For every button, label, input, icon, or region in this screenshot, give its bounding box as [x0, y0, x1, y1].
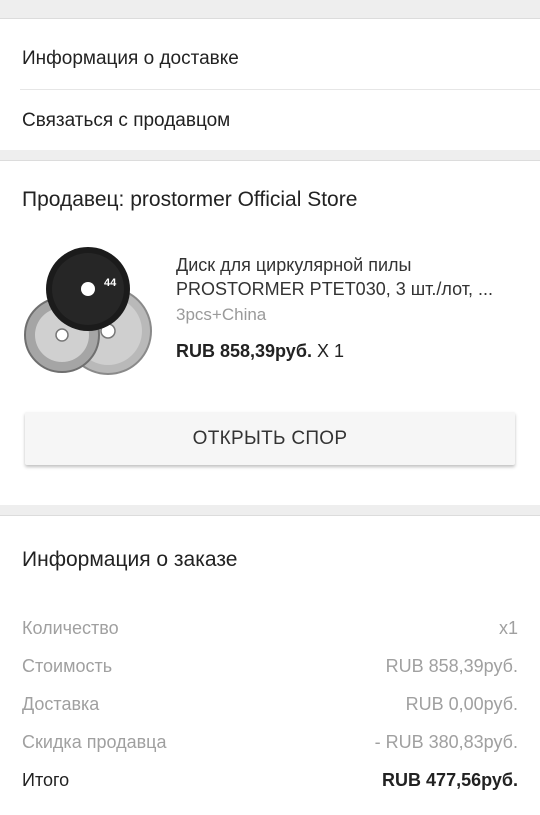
product-variant: 3pcs+China	[176, 305, 267, 324]
product-title[interactable]: Диск для циркулярной пилы PROSTORMER PTE…	[176, 253, 518, 301]
order-row-value: RUB 0,00руб.	[405, 693, 518, 714]
seller-card: Продавец: prostormer Official Store 44 Д…	[0, 160, 540, 505]
order-info-card: Информация о заказе Количество x1 Стоимо…	[0, 515, 540, 815]
blade-black-front: 44	[46, 247, 130, 331]
product-title-line2: PROSTORMER PTET030, 3 шт./лот, ...	[176, 279, 493, 299]
order-row-seller-discount: Скидка продавца - RUB 380,83руб.	[0, 723, 540, 761]
product-price: RUB 858,39руб.	[176, 341, 312, 361]
order-row-label: Количество	[22, 617, 119, 638]
order-row-label: Скидка продавца	[22, 731, 167, 752]
product-thumbnail[interactable]: 44	[20, 243, 165, 388]
saw-blade-image: 44	[24, 247, 152, 375]
product-item[interactable]: 44 Диск для циркулярной пилы PROSTORMER …	[0, 235, 540, 395]
order-row-value: RUB 858,39руб.	[385, 655, 518, 676]
order-row-label: Стоимость	[22, 655, 113, 676]
order-row-total: Итого RUB 477,56руб.	[0, 761, 540, 799]
links-card: Информация о доставке Связаться с продав…	[0, 18, 540, 150]
order-row-cost: Стоимость RUB 858,39руб.	[0, 647, 540, 685]
product-title-line1: Диск для циркулярной пилы	[176, 255, 412, 275]
order-row-quantity: Количество x1	[0, 609, 540, 647]
order-row-delivery: Доставка RUB 0,00руб.	[0, 685, 540, 723]
delivery-info-link[interactable]: Информация о доставке	[0, 28, 540, 89]
product-qty: X 1	[316, 341, 344, 361]
order-row-value: x1	[498, 617, 518, 638]
top-gap	[0, 0, 540, 18]
open-dispute-button[interactable]: ОТКРЫТЬ СПОР	[25, 412, 515, 465]
contact-seller-link[interactable]: Связаться с продавцом	[0, 90, 540, 151]
order-total-value: RUB 477,56руб.	[382, 769, 518, 790]
product-info: Диск для циркулярной пилы PROSTORMER PTE…	[176, 253, 518, 362]
blade-label: 44	[104, 277, 117, 289]
product-price-line: RUB 858,39руб. X 1	[176, 341, 518, 362]
section-gap	[0, 150, 540, 160]
seller-name[interactable]: Продавец: prostormer Official Store	[0, 165, 540, 235]
order-info-title: Информация о заказе	[22, 548, 238, 571]
order-row-value: - RUB 380,83руб.	[374, 731, 518, 752]
section-gap-2	[0, 505, 540, 515]
order-total-label: Итого	[22, 769, 70, 790]
order-row-label: Доставка	[22, 693, 100, 714]
